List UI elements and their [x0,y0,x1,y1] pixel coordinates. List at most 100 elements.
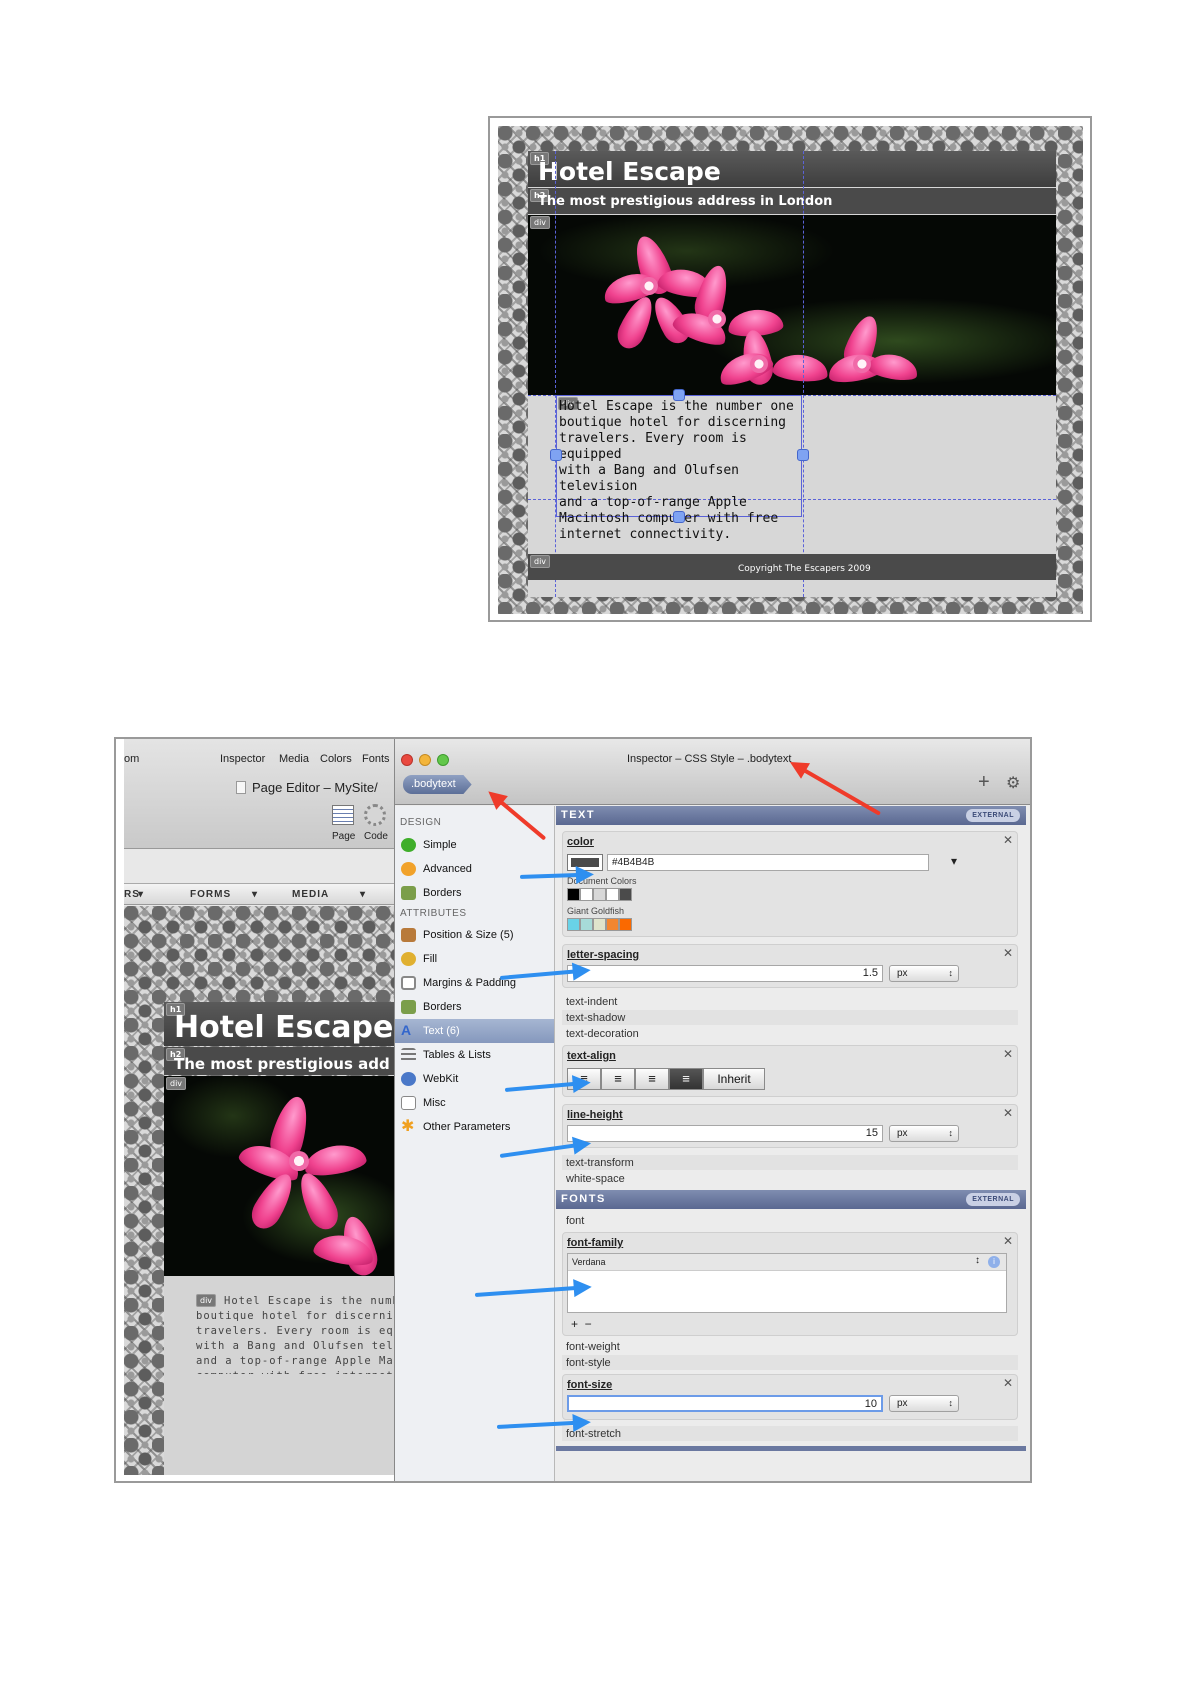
body-text-area: div Hotel Escape is the number one bouti… [164,1276,394,1475]
category-other-parameters[interactable]: ✱ Other Parameters [395,1115,554,1139]
h2-subheader[interactable]: h2 The most prestigious address in Londo… [528,188,1056,214]
selector-breadcrumb[interactable]: .bodytext [403,775,472,794]
add-remove-buttons[interactable]: + − [571,1317,592,1331]
resize-handle-right[interactable] [797,449,809,461]
document-color-swatch[interactable] [567,888,580,901]
external-badge[interactable]: EXTERNAL [966,809,1020,822]
borders-icon [401,886,416,900]
close-icon[interactable]: ✕ [1003,1106,1013,1120]
chevron-down-icon: ▾ [360,889,367,900]
page-icon[interactable] [332,805,354,825]
close-icon[interactable]: ✕ [1003,946,1013,960]
close-icon[interactable]: ✕ [1003,1047,1013,1061]
white-space-label[interactable]: white-space [566,1173,625,1185]
attributes-heading: ATTRIBUTES [400,908,467,919]
document-color-swatch[interactable] [593,888,606,901]
toolbar-item-partial[interactable]: om [124,753,139,765]
palette-color-swatch[interactable] [606,918,619,931]
align-justify-button[interactable]: ≡ [669,1068,703,1090]
properties-panel: TEXT EXTERNAL color ✕ #4B4B4B ▾ Document… [556,806,1030,1481]
letter-spacing-label: letter-spacing [567,949,640,961]
align-right-button[interactable]: ≡ [601,1068,635,1090]
close-icon[interactable]: ✕ [1003,1376,1013,1390]
h1-header-partial[interactable]: h1 Hotel Escape [164,1002,394,1046]
bodytext-selection-box[interactable]: div Hotel Escape is the number one bouti… [556,395,802,542]
document-icon [236,781,246,794]
resize-handle-bottom[interactable] [673,511,685,523]
document-color-swatch[interactable] [606,888,619,901]
text-align-property: text-align ✕ ≡ ≡ ≡ ≡ Inherit [562,1045,1018,1097]
toolbar-item-colors[interactable]: Colors [320,753,352,765]
copyright-text: Copyright The Escapers 2009 [738,564,871,574]
font-size-unit-select[interactable]: px [889,1395,959,1412]
stepper-icon[interactable]: ↕ [975,1255,980,1266]
chevron-down-icon[interactable]: ▾ [951,854,957,868]
close-window-button[interactable] [401,754,413,766]
palette-label: Giant Goldfish [567,906,625,916]
category-tables-lists[interactable]: Tables & Lists [395,1043,554,1067]
text-shadow-label[interactable]: text-shadow [566,1012,625,1024]
row-stripe [562,1355,1018,1370]
tab-forms[interactable]: FORMS [190,889,231,900]
text-align-label: text-align [567,1050,616,1062]
tab-media[interactable]: MEDIA [292,889,329,900]
align-center-button[interactable]: ≡ [635,1068,669,1090]
palette-color-swatch[interactable] [567,918,580,931]
add-icon[interactable]: + [978,771,990,794]
text-indent-label[interactable]: text-indent [566,996,617,1008]
letter-spacing-property: letter-spacing ✕ 1.5 px [562,944,1018,988]
letter-spacing-input[interactable]: 1.5 [567,965,883,982]
category-misc[interactable]: Misc [395,1091,554,1115]
line-height-input[interactable]: 15 [567,1125,883,1142]
align-inherit-button[interactable]: Inherit [703,1068,765,1090]
category-position-size[interactable]: Position & Size (5) [395,923,554,947]
row-stripe [562,1426,1018,1441]
font-size-property: font-size ✕ 10 px [562,1374,1018,1420]
fonts-section-header: FONTS EXTERNAL [556,1190,1026,1209]
gear-icon[interactable]: ⚙ [1006,773,1020,793]
info-icon[interactable]: i [988,1256,1000,1268]
text-decoration-label[interactable]: text-decoration [566,1028,639,1040]
page-editor-pane: om Inspector Media Colors Fonts Page Edi… [124,739,394,1475]
font-style-label[interactable]: font-style [566,1357,611,1369]
minimize-window-button[interactable] [419,754,431,766]
close-icon[interactable]: ✕ [1003,833,1013,847]
text-transform-label[interactable]: text-transform [566,1157,634,1169]
code-button-label: Code [364,831,388,842]
font-weight-label[interactable]: font-weight [566,1341,620,1353]
document-color-swatch[interactable] [619,888,632,901]
category-text[interactable]: A Text (6) [395,1019,554,1043]
category-simple[interactable]: Simple [395,833,554,857]
toolbar-item-fonts[interactable]: Fonts [362,753,390,765]
palette-color-swatch[interactable] [619,918,632,931]
h1-header[interactable]: h1 Hotel Escape [528,151,1056,187]
font-family-list-item[interactable]: Verdana ↕ i [568,1254,1006,1271]
external-badge[interactable]: EXTERNAL [966,1193,1020,1206]
borders-icon [401,1000,416,1014]
design-heading: DESIGN [400,817,442,828]
resize-handle-left[interactable] [550,449,562,461]
palette-color-swatch[interactable] [593,918,606,931]
resize-handle-top[interactable] [673,389,685,401]
flower-photo-partial: div [164,1076,394,1276]
palette-color-swatch[interactable] [580,918,593,931]
page-subtitle: The most prestigious address in London [538,194,833,209]
font-label[interactable]: font [566,1215,584,1227]
color-value-field[interactable]: #4B4B4B [607,854,929,871]
page-title: Hotel Escape [538,157,721,186]
font-size-input[interactable]: 10 [567,1395,883,1412]
toolbar-item-media[interactable]: Media [279,753,309,765]
gear-icon[interactable] [364,804,386,826]
close-icon[interactable]: ✕ [1003,1234,1013,1248]
zoom-window-button[interactable] [437,754,449,766]
position-icon [401,928,416,942]
document-color-swatch[interactable] [580,888,593,901]
font-family-list[interactable]: Verdana ↕ i [567,1253,1007,1313]
letter-spacing-unit-select[interactable]: px [889,965,959,982]
category-borders-design[interactable]: Borders [395,881,554,905]
line-height-unit-select[interactable]: px [889,1125,959,1142]
h2-subheader-partial[interactable]: h2 The most prestigious add [164,1047,394,1075]
toolbar-item-inspector[interactable]: Inspector [220,753,265,765]
category-borders[interactable]: Borders [395,995,554,1019]
category-fill[interactable]: Fill [395,947,554,971]
